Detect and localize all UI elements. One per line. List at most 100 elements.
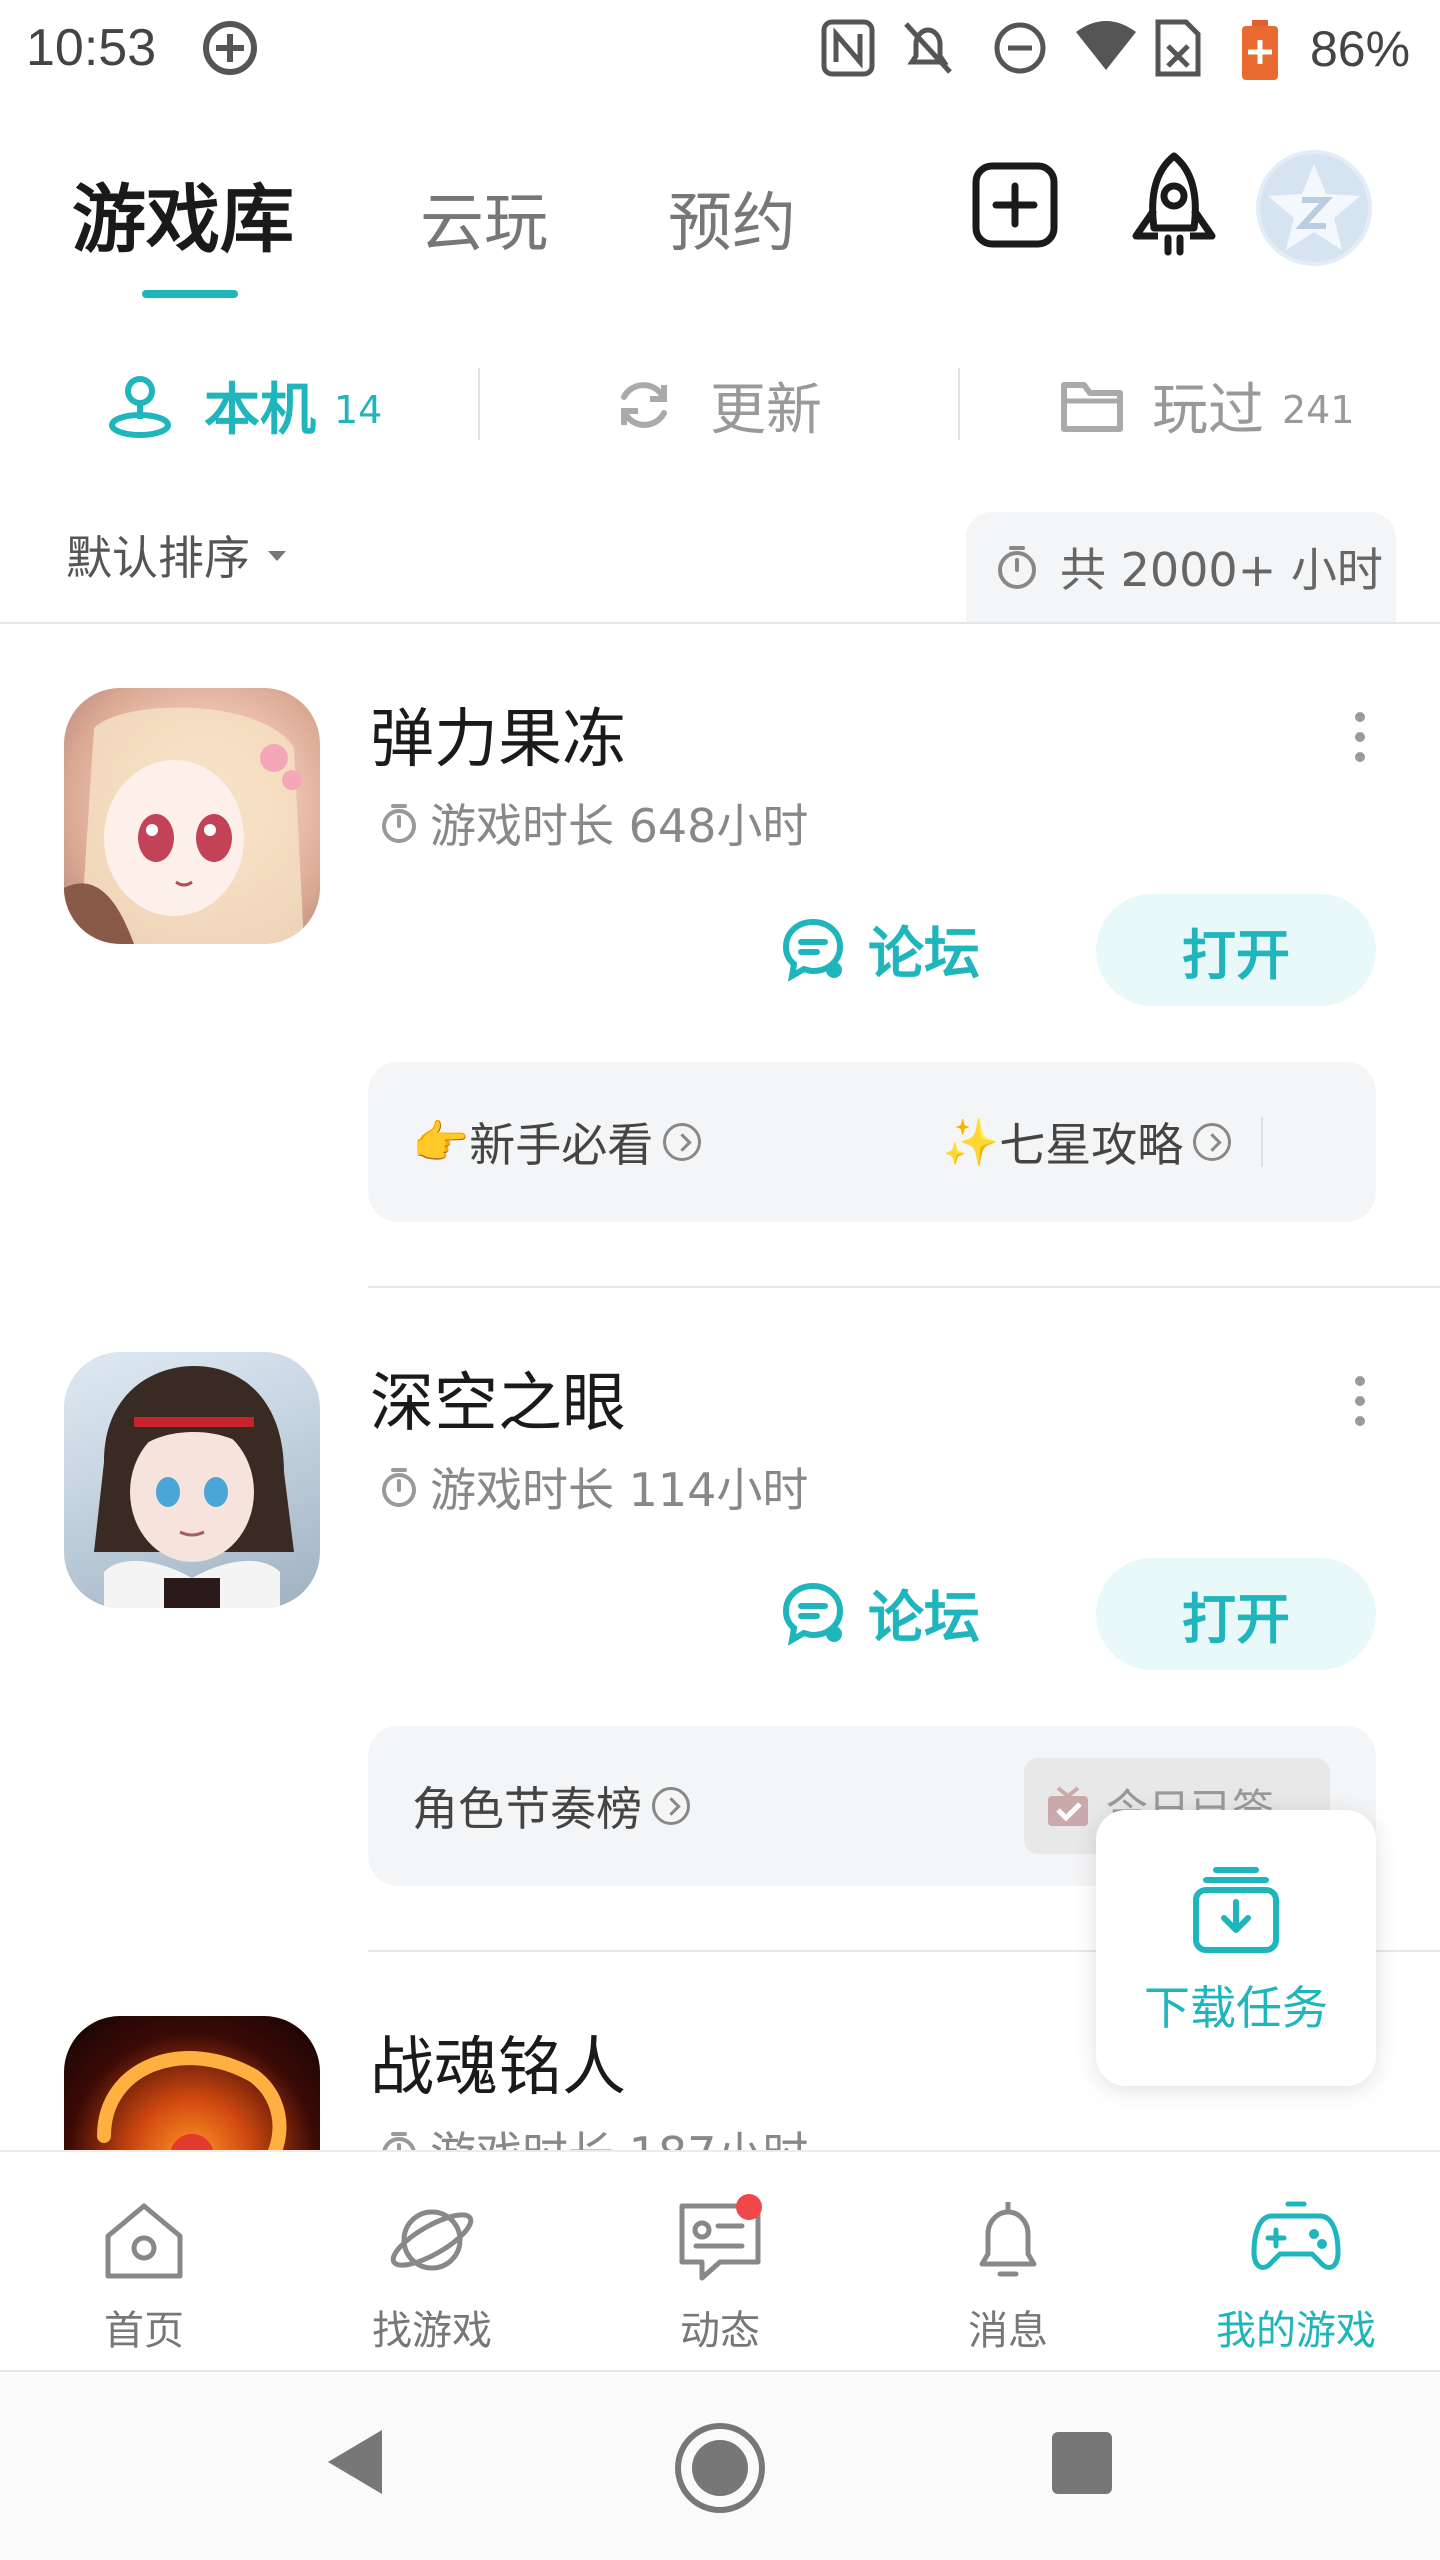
sort-dropdown[interactable]: 默认排序: [66, 522, 292, 588]
open-button[interactable]: 打开: [1096, 1558, 1376, 1670]
more-options-icon[interactable]: [1352, 712, 1368, 762]
guide-label: 新手必看: [469, 1118, 654, 1172]
timer-icon: [998, 546, 1036, 589]
dnd-icon: [994, 22, 1046, 74]
chat-card-icon: [672, 2192, 768, 2288]
download-tasks-label: 下载任务: [1144, 1981, 1328, 2035]
timer-icon: [382, 1468, 416, 1507]
battery-icon: [1242, 20, 1278, 80]
segment-divider: [478, 368, 480, 440]
guide-link[interactable]: 角色节奏榜: [412, 1726, 690, 1886]
playtime-text: 游戏时长 187小时: [430, 2118, 808, 2150]
game-playtime: 游戏时长 114小时: [376, 1454, 808, 1520]
game-title[interactable]: 弹力果冻: [370, 688, 626, 780]
nav-my-games-label: 我的游戏: [1216, 2308, 1376, 2354]
location-person-icon: [109, 376, 171, 438]
game-title[interactable]: 深空之眼: [370, 1352, 626, 1444]
refresh-icon: [621, 382, 667, 428]
segment-divider: [958, 368, 960, 440]
guide-divider: [1261, 1117, 1263, 1167]
playtime-text: 游戏时长 114小时: [430, 1463, 809, 1517]
divider: [368, 1286, 1440, 1288]
timer-icon: [382, 2132, 416, 2150]
tab-cloud-play[interactable]: 云玩: [420, 172, 548, 264]
nav-home-label: 首页: [104, 2308, 184, 2354]
status-time: 10:53: [26, 19, 157, 77]
open-button[interactable]: 打开: [1096, 894, 1376, 1006]
home-circle-icon[interactable]: [672, 2420, 768, 2516]
game-title[interactable]: 战魂铭人: [370, 2016, 626, 2108]
nav-messages[interactable]: 消息: [864, 2152, 1152, 2372]
add-game-icon[interactable]: [970, 160, 1060, 250]
guide-link[interactable]: ✨ 七星攻略: [942, 1062, 1232, 1222]
guide-label: 七星攻略: [999, 1118, 1184, 1172]
avatar-star-icon: [1260, 154, 1368, 262]
battery-percent: 86%: [1310, 21, 1411, 77]
rocket-icon[interactable]: [1124, 150, 1224, 260]
game-icon-deep-space[interactable]: [64, 1352, 320, 1608]
game-playtime: 游戏时长 187小时: [376, 2118, 808, 2150]
nav-home[interactable]: 首页: [0, 2152, 288, 2372]
game-icon-soul-knight[interactable]: [64, 2016, 320, 2150]
gamepad-icon: [1251, 2201, 1341, 2270]
sparkle-icon: ✨: [942, 1114, 1000, 1169]
gift-check-icon: [1048, 1786, 1088, 1826]
tab-game-library[interactable]: 游戏库: [72, 160, 294, 267]
recents-icon[interactable]: [1050, 2430, 1114, 2496]
more-options-icon[interactable]: [1352, 1376, 1368, 1426]
game-playtime: 游戏时长 648小时: [376, 790, 808, 856]
circle-arrow-icon: [663, 1123, 702, 1161]
pointing-hand-icon: 👉: [412, 1114, 470, 1169]
status-bar: 10:53 86%: [0, 0, 1440, 100]
bell-off-icon: [904, 22, 952, 74]
system-navigation-bar: [0, 2370, 1440, 2560]
segment-local-count: 14: [334, 388, 383, 432]
sim-icon: [1155, 19, 1201, 77]
forum-button[interactable]: 论坛: [780, 1558, 980, 1668]
nav-feed-label: 动态: [680, 2308, 760, 2354]
nav-messages-label: 消息: [968, 2308, 1048, 2354]
playtime-text: 游戏时长 648小时: [430, 799, 809, 853]
forum-button[interactable]: 论坛: [780, 894, 980, 1004]
circle-arrow-icon: [1193, 1123, 1232, 1161]
circle-arrow-icon: [652, 1787, 690, 1825]
game-icon-jelly[interactable]: [64, 688, 320, 944]
deep-space-character-art: [94, 1366, 294, 1608]
segment-local-label: 本机: [204, 377, 316, 443]
nav-find-games[interactable]: 找游戏: [288, 2152, 576, 2372]
timer-icon: [382, 804, 416, 843]
nfc-icon: [821, 19, 875, 77]
back-icon[interactable]: [320, 2424, 390, 2500]
home-icon: [105, 2203, 183, 2279]
download-tasks-button[interactable]: 下载任务: [1096, 1810, 1376, 2086]
nav-feed[interactable]: 动态: [576, 2152, 864, 2372]
data-saver-icon: [203, 21, 257, 75]
segment-played[interactable]: 玩过 241: [1060, 360, 1355, 450]
tab-reservations[interactable]: 预约: [668, 172, 796, 264]
segment-local[interactable]: 本机 14: [104, 360, 382, 450]
sort-label: 默认排序: [66, 531, 250, 585]
forum-icon: [782, 1582, 844, 1646]
avatar[interactable]: [1256, 150, 1372, 266]
planet-icon: [390, 2209, 474, 2271]
segment-played-count: 241: [1282, 388, 1355, 432]
download-tray-icon: [1193, 1867, 1279, 1953]
jelly-character-art: [64, 707, 304, 944]
guide-bar: 👉 新手必看 ✨ 七星攻略: [368, 1062, 1376, 1222]
bottom-navigation: 首页 找游戏 动态 消息 我的游戏: [0, 2150, 1440, 2370]
guide-link[interactable]: 👉 新手必看: [412, 1062, 702, 1222]
dropdown-arrow-icon: [268, 551, 286, 561]
wifi-icon: [1076, 21, 1136, 70]
divider: [0, 622, 1440, 624]
notification-dot: [736, 2194, 762, 2220]
segment-played-label: 玩过: [1152, 377, 1264, 443]
dragon-flame-art: [97, 2051, 287, 2150]
active-tab-indicator: [142, 290, 238, 298]
forum-label: 论坛: [868, 921, 980, 987]
segment-update[interactable]: 更新: [612, 360, 822, 450]
total-hours-badge: 共 2000+ 小时: [966, 512, 1396, 622]
forum-icon: [782, 918, 844, 982]
guide-label: 角色节奏榜: [412, 1782, 642, 1836]
nav-my-games[interactable]: 我的游戏: [1152, 2152, 1440, 2372]
segment-update-label: 更新: [710, 377, 822, 443]
